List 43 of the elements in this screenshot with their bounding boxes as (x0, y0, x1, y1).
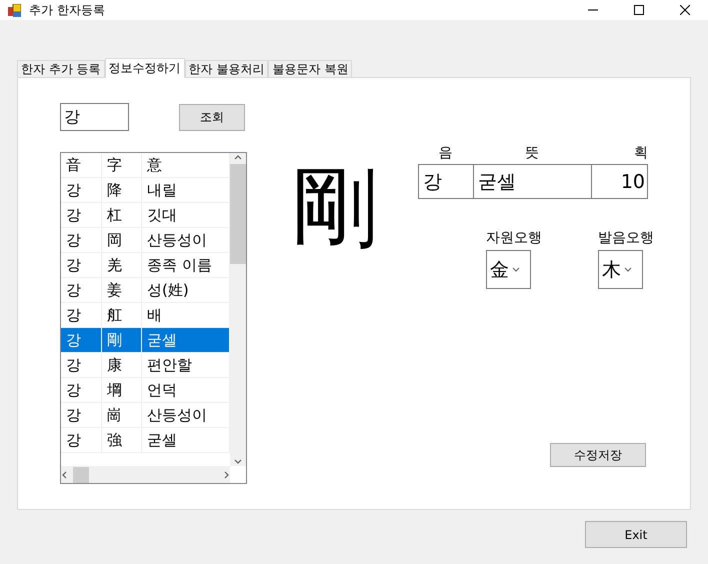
list-row[interactable]: 강 堈 언덕 (61, 378, 230, 403)
vertical-scrollbar[interactable] (230, 153, 246, 466)
list-row[interactable]: 강 剛 굳셀 (61, 328, 230, 353)
detail-field[interactable]: 10 (592, 165, 649, 198)
detail-field[interactable]: 굳셀 (474, 165, 592, 198)
field-label: 뜻 (525, 144, 539, 162)
list-row[interactable]: 강 崗 산등성이 (61, 403, 230, 428)
chevron-icon (234, 153, 242, 161)
tab[interactable]: 한자 추가 등록 (17, 60, 105, 77)
maximize-icon[interactable] (634, 5, 644, 15)
tab[interactable]: 불용문자 복원 (268, 60, 352, 77)
column-header[interactable]: 音 (61, 153, 102, 177)
exit-button[interactable]: Exit (585, 521, 687, 548)
window-title: 추가 한자등록 (29, 2, 105, 18)
detail-field[interactable]: 강 (419, 165, 474, 198)
tab[interactable]: 정보수정하기 (104, 58, 185, 78)
save-button[interactable]: 수정저장 (550, 443, 646, 467)
field-label: 획 (634, 144, 648, 162)
hanja-preview: 剛 (292, 158, 378, 258)
chevron-icon (61, 470, 69, 478)
search-button[interactable]: 조회 (179, 104, 245, 130)
horizontal-scrollbar[interactable] (61, 466, 230, 483)
field-label: 음 (438, 144, 452, 162)
column-header[interactable]: 字 (102, 153, 142, 177)
element-dropdown[interactable]: 金 (486, 250, 531, 289)
app-icon (8, 4, 21, 16)
list-row[interactable]: 강 杠 깃대 (61, 203, 230, 228)
caret-icon (624, 266, 632, 272)
caret-icon (512, 266, 520, 272)
tab[interactable]: 한자 불용처리 (184, 60, 268, 77)
list-row[interactable]: 강 岡 산등성이 (61, 228, 230, 253)
field-label: 자원오행 (486, 229, 542, 247)
list-row[interactable]: 강 姜 성(姓) (61, 278, 230, 303)
list-row[interactable]: 강 羌 종족 이름 (61, 253, 230, 278)
list-row[interactable]: 강 強 굳셀 (61, 428, 230, 453)
scrollbar-thumb[interactable] (230, 164, 246, 264)
list-row[interactable]: 강 康 편안할 (61, 353, 230, 378)
scrollbar-thumb[interactable] (73, 466, 89, 482)
list-row[interactable]: 강 降 내릴 (61, 178, 230, 203)
field-label: 발음오행 (598, 229, 654, 247)
search-field[interactable]: 강 (60, 103, 129, 131)
element-dropdown[interactable]: 木 (598, 250, 643, 289)
close-icon[interactable] (680, 5, 690, 15)
